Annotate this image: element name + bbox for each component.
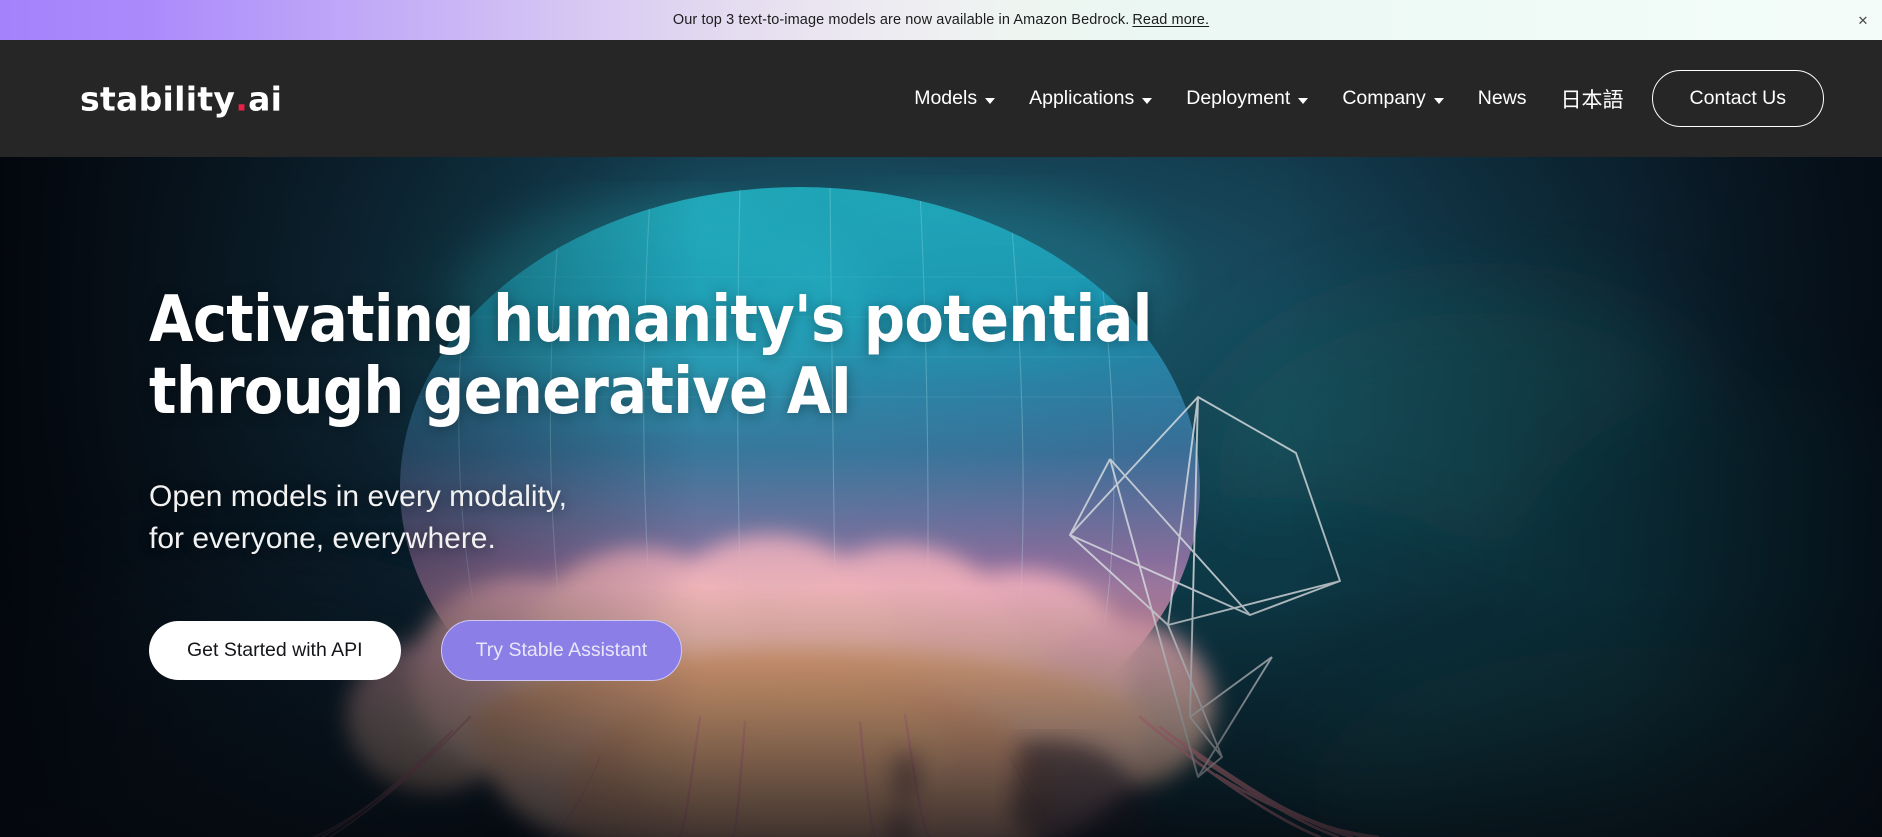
nav-item-label: Company — [1342, 87, 1426, 109]
contact-us-button[interactable]: Contact Us — [1651, 70, 1824, 127]
nav-item-company[interactable]: Company — [1342, 87, 1444, 110]
nav-item-label: Deployment — [1186, 87, 1291, 109]
brand-name: stability — [80, 79, 236, 118]
nav-item-applications[interactable]: Applications — [1029, 87, 1153, 110]
nav-item-label: Applications — [1029, 87, 1135, 109]
chevron-down-icon — [985, 97, 996, 104]
main-navbar: stability. ai Models Applications Deploym… — [0, 40, 1882, 157]
chevron-down-icon — [1433, 97, 1444, 104]
brand-suffix: ai — [248, 79, 283, 118]
nav-item-deployment[interactable]: Deployment — [1186, 87, 1309, 110]
nav-item-label: News — [1477, 87, 1527, 109]
close-icon[interactable]: ✕ — [1855, 12, 1871, 28]
chevron-down-icon — [1298, 97, 1309, 104]
nav-links-group: Models Applications Deployment Company N… — [914, 40, 1882, 157]
announcement-message: Our top 3 text-to-image models are now a… — [672, 12, 1130, 28]
nav-item-label: Models — [914, 87, 978, 109]
page-title: Activating humanity's potential through … — [149, 283, 1152, 429]
chevron-down-icon — [1142, 97, 1153, 104]
brand-dot: . — [235, 79, 249, 118]
language-switcher-japanese[interactable]: 日本語 — [1561, 84, 1624, 114]
hero-section: Activating humanity's potential through … — [0, 157, 1882, 837]
nav-item-models[interactable]: Models — [914, 87, 996, 110]
get-started-with-api-button[interactable]: Get Started with API — [149, 621, 401, 681]
announcement-read-more-link[interactable]: Read more. — [1132, 12, 1209, 28]
announcement-banner: Our top 3 text-to-image models are now a… — [0, 0, 1882, 40]
hero-content: Activating humanity's potential through … — [149, 283, 1263, 682]
brand-logo[interactable]: stability. ai — [80, 79, 282, 118]
hero-subtitle: Open models in every modality, for every… — [149, 480, 567, 555]
hero-cta-group: Get Started with API Try Stable Assistan… — [149, 620, 1263, 682]
try-stable-assistant-button[interactable]: Try Stable Assistant — [440, 620, 683, 682]
nav-item-news[interactable]: News — [1478, 87, 1527, 110]
announcement-text: Our top 3 text-to-image models are now a… — [673, 12, 1209, 28]
